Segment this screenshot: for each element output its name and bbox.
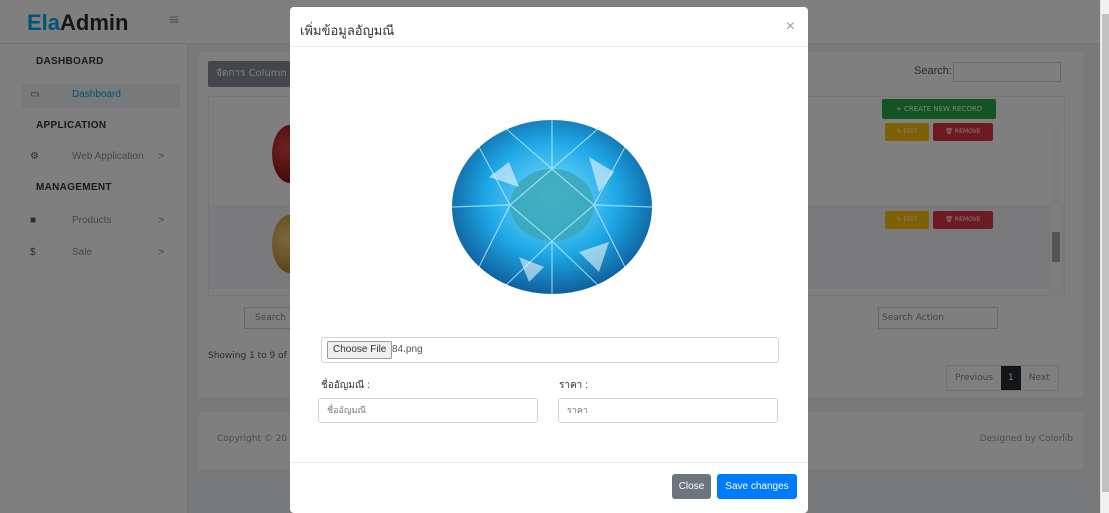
modal-header: เพิ่มข้อมูลอัญมณี × <box>290 7 808 47</box>
save-changes-button[interactable]: Save changes <box>717 474 797 499</box>
price-input[interactable]: ราคา <box>558 398 778 423</box>
close-icon[interactable]: × <box>786 18 795 36</box>
gem-name-label: ชื่ออัญมณี : <box>321 380 370 391</box>
add-gem-modal: เพิ่มข้อมูลอัญมณี × Choose File 84.png ช… <box>290 7 808 513</box>
gem-name-input[interactable]: ชื่ออัญมณี <box>318 398 538 423</box>
close-button[interactable]: Close <box>672 474 711 499</box>
file-name: 84.png <box>392 344 423 355</box>
scrollbar-thumb[interactable] <box>1102 14 1109 492</box>
file-input[interactable]: Choose File 84.png <box>321 337 779 363</box>
modal-footer: Close Save changes <box>290 462 808 513</box>
modal-title: เพิ่มข้อมูลอัญมณี <box>300 23 395 38</box>
choose-file-button[interactable]: Choose File <box>327 341 393 359</box>
price-label: ราคา : <box>559 380 588 391</box>
gem-preview-image <box>449 117 655 297</box>
blue-gem-image <box>451 120 653 294</box>
page-scrollbar[interactable] <box>1100 0 1109 513</box>
